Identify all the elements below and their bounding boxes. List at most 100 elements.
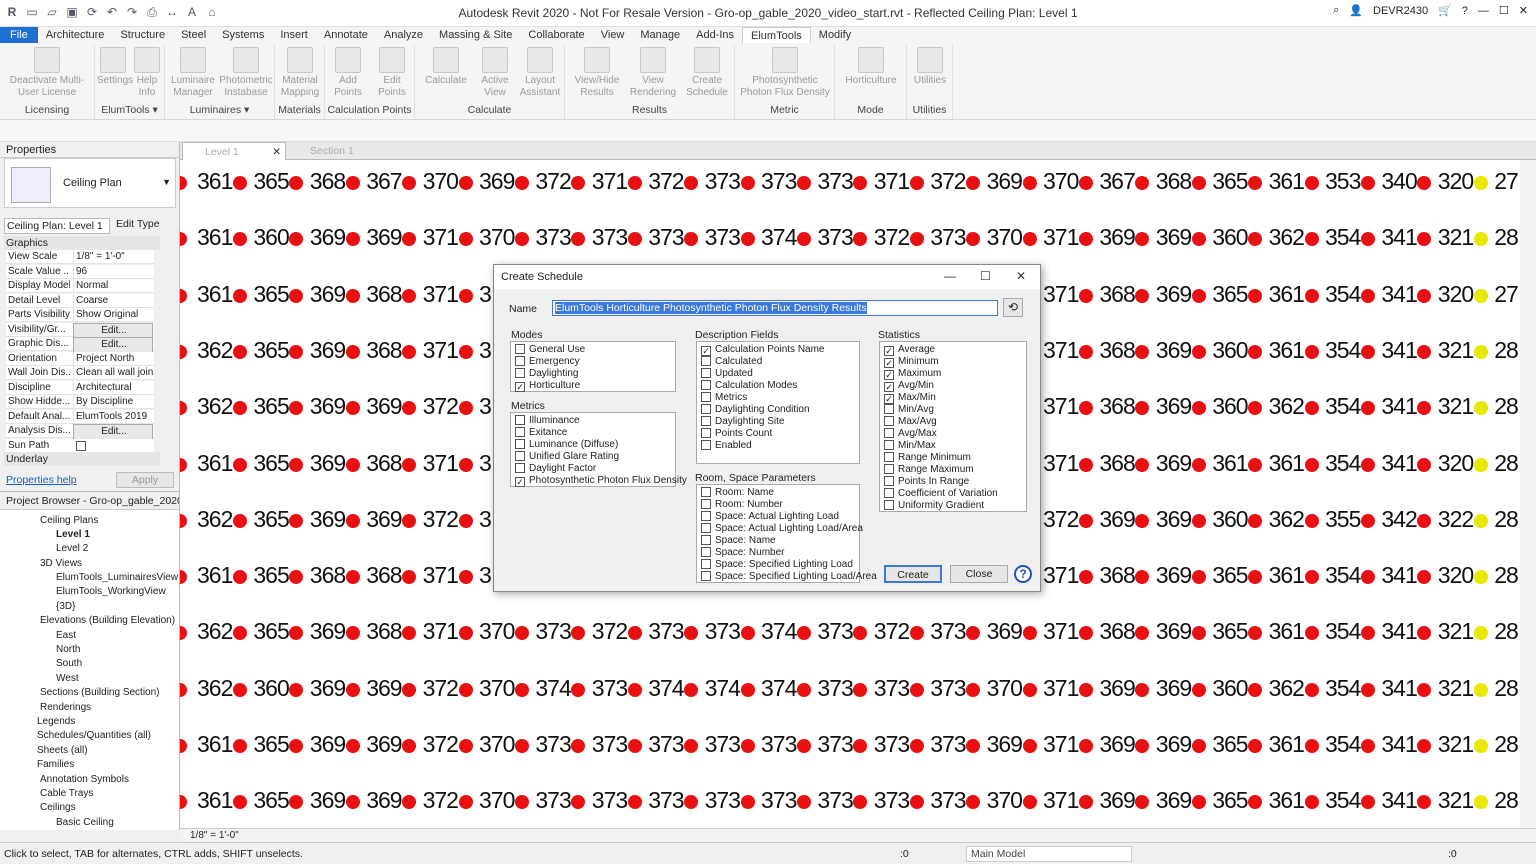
checkbox[interactable]: [701, 368, 711, 378]
metrics-option[interactable]: Daylight Factor: [515, 463, 596, 475]
calc-point-dot[interactable]: [1417, 288, 1432, 303]
calc-point-dot[interactable]: [345, 626, 360, 641]
calc-point-dot[interactable]: [1361, 344, 1375, 359]
browser-item[interactable]: Elevations (Building Elevation): [40, 614, 175, 627]
calc-point-dot[interactable]: [853, 176, 868, 190]
undo-icon[interactable]: ↶: [104, 4, 120, 20]
desc-option[interactable]: Daylighting Condition: [701, 404, 810, 416]
calc-point-dot[interactable]: [909, 795, 924, 810]
3d-view-icon[interactable]: ⌂: [204, 4, 220, 20]
add-points-button[interactable]: Add Points: [327, 47, 369, 99]
calc-point-dot[interactable]: [345, 682, 360, 697]
desc-option[interactable]: Calculation Modes: [701, 380, 797, 392]
property-value[interactable]: 96: [73, 264, 153, 279]
room-option[interactable]: Space: Number: [701, 547, 784, 559]
checkbox[interactable]: [701, 499, 711, 509]
checkbox[interactable]: [701, 547, 711, 557]
calc-point-dot[interactable]: [458, 739, 473, 753]
calc-point-dot[interactable]: [1361, 288, 1375, 303]
tab-elumtools[interactable]: ElumTools: [742, 27, 811, 43]
calc-point-dot[interactable]: [1304, 288, 1319, 303]
calc-point-dot[interactable]: [345, 739, 360, 753]
checkbox[interactable]: [701, 559, 711, 569]
calc-point-dot[interactable]: [684, 795, 699, 810]
checkbox[interactable]: [701, 428, 711, 438]
property-row[interactable]: Analysis Dis... Edit...: [6, 424, 154, 440]
calc-point-dot[interactable]: [233, 682, 247, 697]
calc-point-dot[interactable]: [740, 739, 755, 753]
calc-point-dot[interactable]: [1135, 457, 1150, 472]
calc-point-dot[interactable]: [180, 795, 187, 810]
calc-point-dot[interactable]: [1191, 795, 1206, 810]
calc-point-dot[interactable]: [289, 682, 304, 697]
browser-item[interactable]: ElumTools_LuminairesView: [56, 571, 178, 584]
tab-view[interactable]: View: [593, 27, 633, 43]
calc-point-dot[interactable]: [180, 401, 187, 416]
calc-point-dot[interactable]: [1473, 739, 1488, 753]
checkbox[interactable]: [701, 535, 711, 545]
calc-point-dot[interactable]: [1135, 513, 1150, 528]
checkbox[interactable]: ✓: [884, 382, 894, 392]
calc-point-dot[interactable]: [571, 232, 586, 247]
close-button[interactable]: ✕: [1519, 4, 1528, 17]
calc-point-dot[interactable]: [458, 795, 473, 810]
tab-steel[interactable]: Steel: [173, 27, 214, 43]
calc-point-dot[interactable]: [1135, 739, 1150, 753]
room-option[interactable]: Space: Actual Lighting Load/Area: [701, 523, 863, 535]
browser-item[interactable]: West: [56, 672, 79, 685]
calc-point-dot[interactable]: [627, 626, 642, 641]
tab-file[interactable]: File: [0, 27, 38, 43]
calc-point-dot[interactable]: [402, 626, 417, 641]
stats-option[interactable]: Points In Range: [884, 476, 969, 488]
calc-point-dot[interactable]: [1079, 739, 1093, 753]
calc-point-dot[interactable]: [1022, 176, 1037, 190]
calc-point-dot[interactable]: [1135, 344, 1150, 359]
calc-point-dot[interactable]: [627, 739, 642, 753]
desc-option[interactable]: Calculated: [701, 356, 762, 368]
tab-level-1[interactable]: Level 1 ✕: [182, 142, 286, 160]
maximize-icon[interactable]: ☐: [980, 269, 991, 283]
calc-point-dot[interactable]: [1191, 288, 1206, 303]
calc-point-dot[interactable]: [1079, 344, 1093, 359]
calc-point-dot[interactable]: [1304, 457, 1319, 472]
calc-point-dot[interactable]: [1191, 626, 1206, 641]
room-option[interactable]: Space: Specified Lighting Load: [701, 559, 853, 571]
calc-point-dot[interactable]: [1248, 457, 1263, 472]
checkbox[interactable]: [884, 464, 894, 474]
stats-option[interactable]: ✓ Maximum: [884, 368, 941, 380]
calc-point-dot[interactable]: [1361, 457, 1375, 472]
property-value[interactable]: ElumTools 2019: [73, 409, 153, 424]
calc-point-dot[interactable]: [909, 626, 924, 641]
calc-point-dot[interactable]: [180, 682, 187, 697]
maximize-button[interactable]: ☐: [1499, 4, 1509, 17]
checkbox[interactable]: [884, 452, 894, 462]
property-row[interactable]: Visibility/Gr... Edit...: [6, 322, 154, 339]
calc-point-dot[interactable]: [289, 232, 304, 247]
calc-point-dot[interactable]: [402, 457, 417, 472]
room-option[interactable]: Room: Name: [701, 487, 774, 499]
calc-point-dot[interactable]: [571, 739, 586, 753]
calc-point-dot[interactable]: [402, 401, 417, 416]
stats-option[interactable]: Range Minimum: [884, 452, 971, 464]
calc-point-dot[interactable]: [1022, 795, 1037, 810]
calc-point-dot[interactable]: [233, 739, 247, 753]
photometric-instabase-button[interactable]: Photometric Instabase: [219, 47, 273, 99]
checkbox[interactable]: [884, 404, 894, 414]
calc-point-dot[interactable]: [345, 401, 360, 416]
calc-point-dot[interactable]: [1417, 176, 1432, 190]
calc-point-dot[interactable]: [180, 288, 187, 303]
calc-point-dot[interactable]: [1191, 513, 1206, 528]
calc-point-dot[interactable]: [1361, 682, 1375, 697]
calc-point-dot[interactable]: [1079, 457, 1093, 472]
calc-point-dot[interactable]: [1248, 401, 1263, 416]
calc-point-dot[interactable]: [1079, 176, 1093, 190]
minimize-icon[interactable]: —: [944, 269, 956, 283]
calc-point-dot[interactable]: [571, 795, 586, 810]
browser-item[interactable]: Sheets (all): [37, 744, 88, 757]
folder-icon[interactable]: ▱: [44, 4, 60, 20]
active-view-button[interactable]: Active View: [473, 47, 517, 99]
calc-point-dot[interactable]: [458, 288, 473, 303]
browser-item[interactable]: Sections (Building Section): [40, 686, 160, 699]
calc-point-dot[interactable]: [1022, 232, 1037, 247]
reset-name-button[interactable]: ⟲: [1003, 298, 1023, 317]
